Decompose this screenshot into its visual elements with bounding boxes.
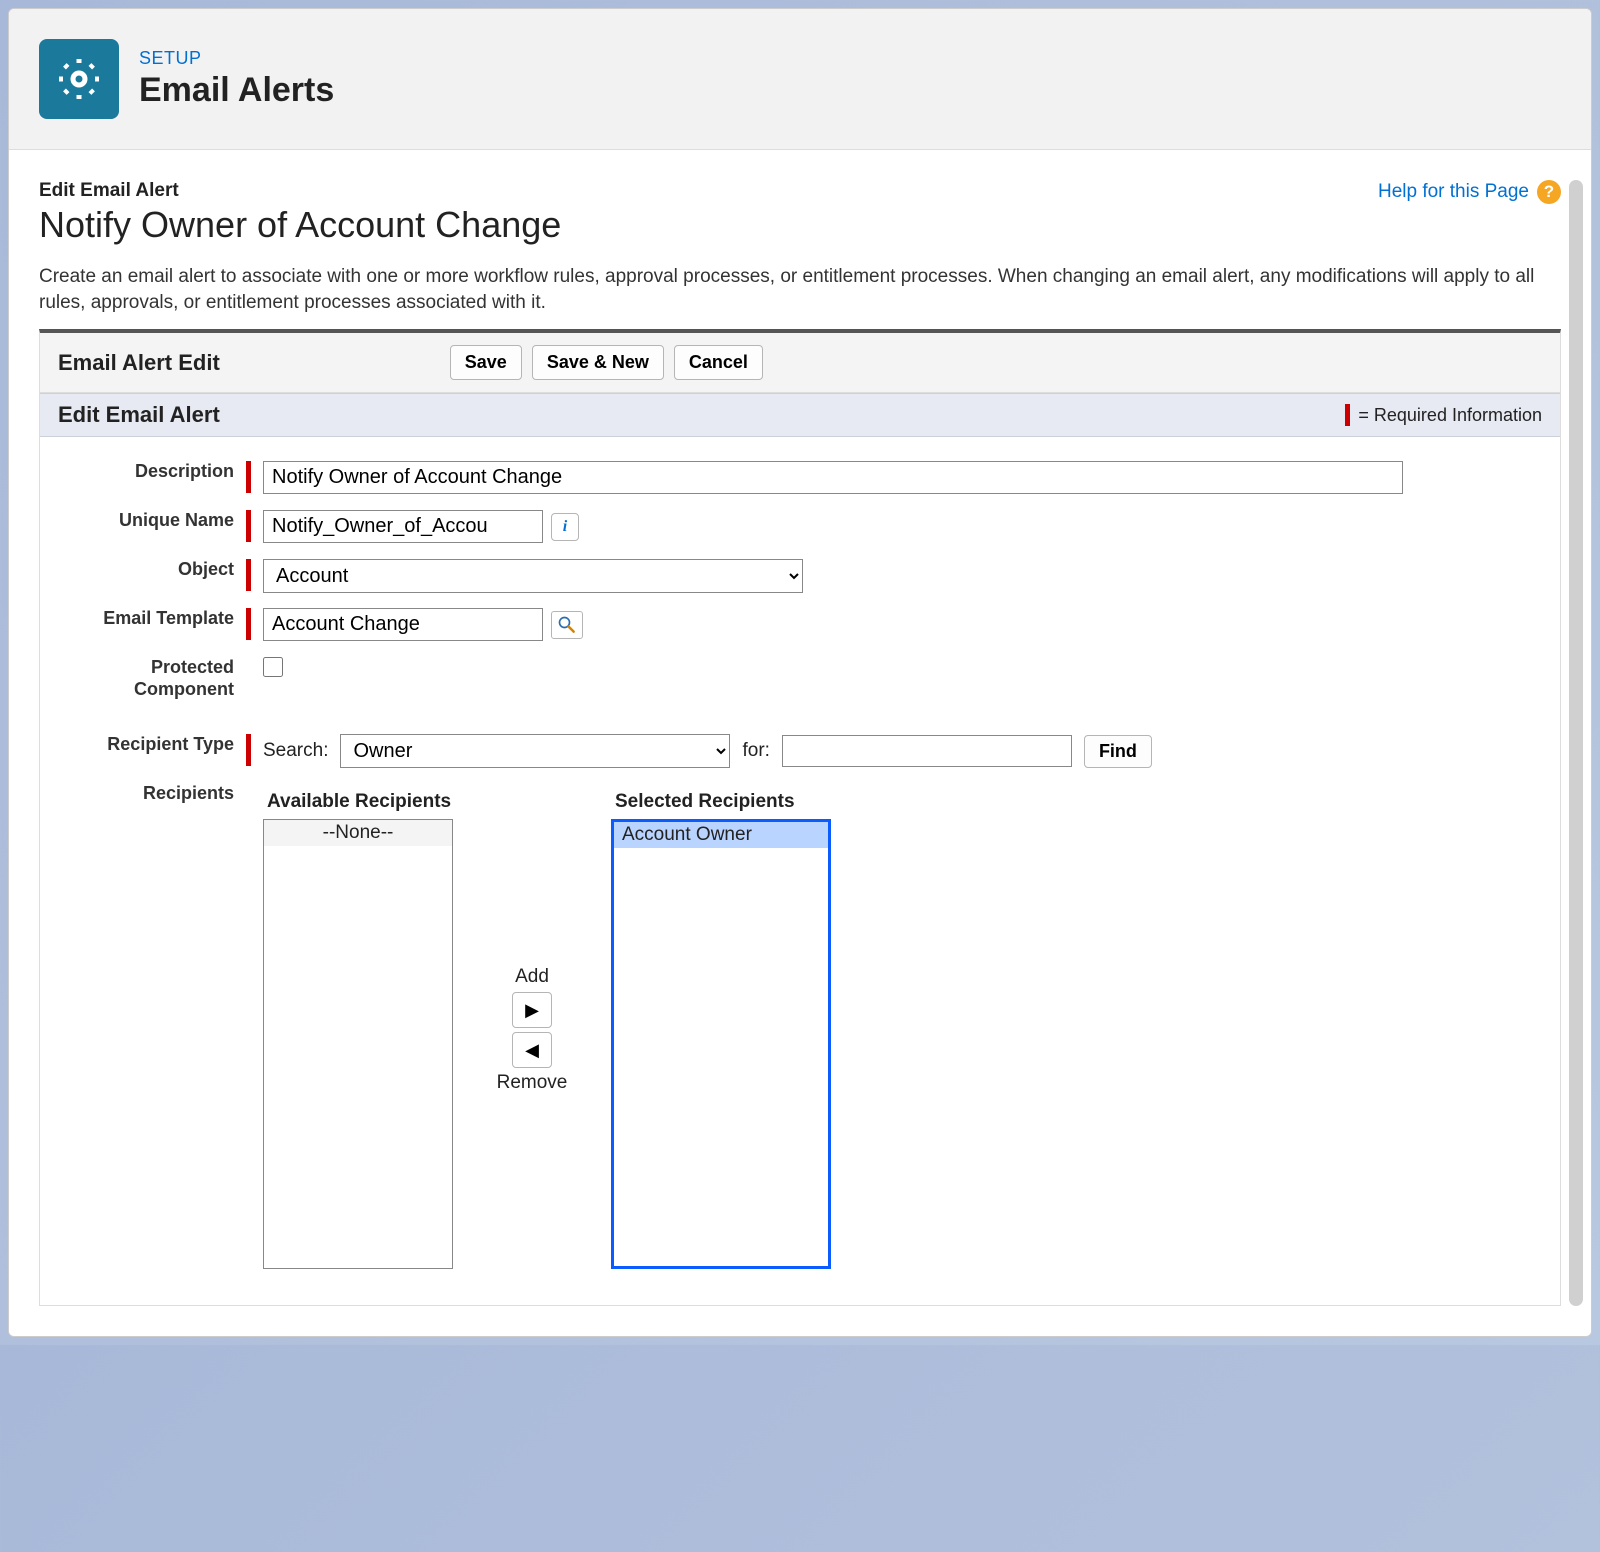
for-label: for: <box>742 740 769 762</box>
lookup-icon[interactable] <box>551 611 583 639</box>
intro-text: Create an email alert to associate with … <box>39 264 1561 315</box>
add-button[interactable]: ▶ <box>512 992 552 1028</box>
unique-name-label: Unique Name <box>70 504 240 553</box>
page-title: Notify Owner of Account Change <box>39 204 1561 246</box>
unique-name-input[interactable] <box>263 510 543 543</box>
info-icon[interactable]: i <box>551 513 579 541</box>
help-icon: ? <box>1537 180 1561 204</box>
setup-header: SETUP Email Alerts <box>9 9 1591 150</box>
required-bar-icon <box>246 608 251 640</box>
chevron-right-icon: ▶ <box>525 1000 539 1021</box>
selected-recipients-title: Selected Recipients <box>611 791 831 813</box>
gear-icon <box>39 39 119 119</box>
required-bar-icon <box>246 461 251 493</box>
add-label: Add <box>515 966 549 988</box>
cancel-button[interactable]: Cancel <box>674 345 763 380</box>
required-bar-icon <box>246 510 251 542</box>
email-template-label: Email Template <box>70 602 240 651</box>
description-label: Description <box>70 455 240 504</box>
list-item[interactable]: --None-- <box>264 820 452 846</box>
breadcrumb: SETUP <box>139 48 334 69</box>
scrollbar[interactable] <box>1569 180 1583 1306</box>
protected-label: Protected Component <box>70 651 240 706</box>
search-label: Search: <box>263 740 328 762</box>
chevron-left-icon: ◀ <box>525 1040 539 1061</box>
find-button[interactable]: Find <box>1084 735 1152 768</box>
remove-label: Remove <box>497 1072 568 1094</box>
required-bar-icon <box>246 559 251 591</box>
save-button[interactable]: Save <box>450 345 522 380</box>
help-link-label: Help for this Page <box>1378 181 1529 203</box>
object-label: Object <box>70 553 240 602</box>
email-template-input[interactable] <box>263 608 543 641</box>
object-select[interactable]: Account <box>263 559 803 593</box>
description-input[interactable] <box>263 461 1403 494</box>
help-link[interactable]: Help for this Page ? <box>1378 180 1561 204</box>
recipient-type-select[interactable]: Owner <box>340 734 730 768</box>
recipient-type-label: Recipient Type <box>70 728 240 777</box>
list-item[interactable]: Account Owner <box>614 822 828 848</box>
form-toolbar-title: Email Alert Edit <box>58 350 220 376</box>
available-recipients-list[interactable]: --None-- <box>263 819 453 1269</box>
required-bar-icon <box>1345 404 1350 426</box>
selected-recipients-list[interactable]: Account Owner <box>611 819 831 1269</box>
edit-label: Edit Email Alert <box>39 180 1561 202</box>
available-recipients-title: Available Recipients <box>263 791 453 813</box>
section-title: Edit Email Alert <box>58 402 220 428</box>
recipient-search-input[interactable] <box>782 735 1072 767</box>
recipients-label: Recipients <box>70 777 240 1275</box>
page-header-title: Email Alerts <box>139 71 334 110</box>
remove-button[interactable]: ◀ <box>512 1032 552 1068</box>
protected-checkbox[interactable] <box>263 657 283 677</box>
required-legend: = Required Information <box>1345 404 1542 426</box>
required-bar-icon <box>246 734 251 766</box>
save-new-button[interactable]: Save & New <box>532 345 664 380</box>
